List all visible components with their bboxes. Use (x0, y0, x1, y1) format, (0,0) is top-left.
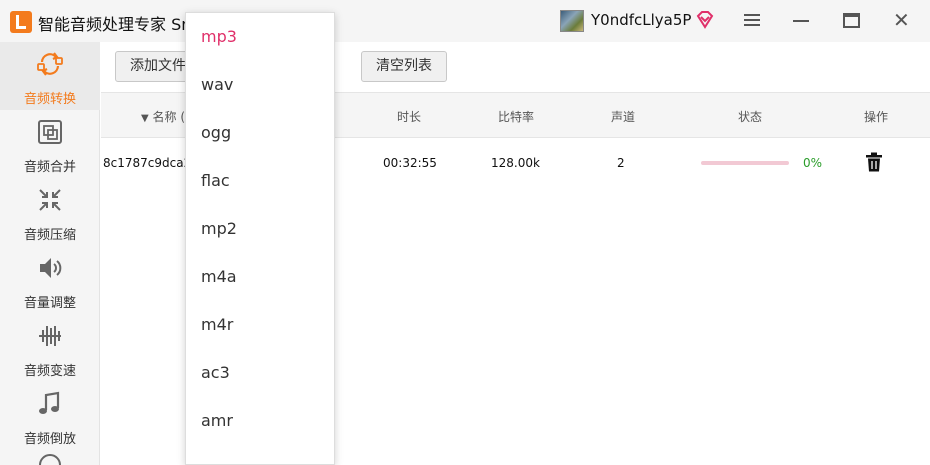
format-option-amr[interactable]: amr (186, 397, 334, 445)
sort-caret-icon: ▼ (141, 113, 149, 124)
vip-diamond-icon[interactable] (694, 9, 716, 31)
sidebar: 音频转换 音频合并 音频压缩 音量调整 音频变速 音频倒放 (0, 42, 100, 465)
app-title: 智能音频处理专家 Sm (38, 15, 197, 34)
format-option-mp3[interactable]: mp3 (186, 13, 334, 61)
close-icon[interactable]: ✕ (893, 10, 910, 30)
header-name[interactable]: ▼ 名称 ( (141, 108, 185, 125)
sidebar-item-audio-convert[interactable]: 音频转换 (0, 42, 100, 110)
volume-icon (40, 258, 62, 278)
sidebar-item-audio-merge[interactable]: 音频合并 (0, 110, 100, 178)
format-option-mp2[interactable]: mp2 (186, 205, 334, 253)
format-option-ogg[interactable]: ogg (186, 109, 334, 157)
delete-icon[interactable] (865, 152, 883, 172)
file-channels: 2 (617, 156, 625, 170)
header-channels: 声道 (611, 110, 636, 124)
sidebar-item-volume-adjust[interactable]: 音量调整 (0, 246, 100, 314)
sidebar-item-audio-speed[interactable]: 音频变速 (0, 314, 100, 382)
format-option-ac3[interactable]: ac3 (186, 349, 334, 397)
format-option-m4a[interactable]: m4a (186, 253, 334, 301)
compress-icon (39, 189, 61, 211)
sidebar-item-label: 音频压缩 (23, 228, 76, 243)
format-dropdown-menu: mp3 wav ogg flac mp2 m4a m4r ac3 amr (185, 12, 335, 465)
more-tools-icon[interactable] (36, 454, 64, 465)
file-duration: 00:32:55 (383, 156, 437, 170)
minimize-icon[interactable] (793, 20, 809, 22)
header-status: 状态 (738, 110, 763, 124)
sidebar-item-label: 音频合并 (23, 160, 76, 175)
file-bitrate: 128.00k (491, 156, 540, 170)
clear-list-button[interactable]: 清空列表 (361, 51, 447, 82)
sidebar-item-label: 音频变速 (23, 364, 76, 379)
sidebar-item-label: 音量调整 (23, 296, 76, 311)
app-logo-icon (10, 11, 32, 33)
user-avatar[interactable] (560, 10, 584, 32)
convert-icon (37, 52, 63, 76)
progress-bar (701, 161, 789, 165)
header-bitrate: 比特率 (498, 110, 535, 124)
format-option-flac[interactable]: flac (186, 157, 334, 205)
merge-icon (38, 120, 62, 144)
progress-percent: 0% (803, 156, 823, 170)
maximize-icon[interactable] (843, 13, 860, 28)
reverse-icon (39, 391, 60, 414)
title-bar: 智能音频处理专家 Sm Y0ndfcLlya5P ✕ (0, 0, 930, 42)
sidebar-item-audio-compress[interactable]: 音频压缩 (0, 178, 100, 246)
header-duration: 时长 (397, 110, 422, 124)
user-name[interactable]: Y0ndfcLlya5P (591, 11, 691, 29)
sidebar-item-label: 音频倒放 (23, 432, 76, 447)
sidebar-item-label: 音频转换 (23, 92, 76, 107)
speed-icon (39, 326, 61, 346)
menu-icon[interactable] (744, 14, 760, 28)
file-name: 8c1787c9dca2 (103, 156, 192, 170)
format-option-m4r[interactable]: m4r (186, 301, 334, 349)
header-name-label: 名称 ( (152, 110, 186, 124)
header-action: 操作 (864, 110, 889, 124)
format-option-wav[interactable]: wav (186, 61, 334, 109)
sidebar-item-audio-reverse[interactable]: 音频倒放 (0, 382, 100, 450)
